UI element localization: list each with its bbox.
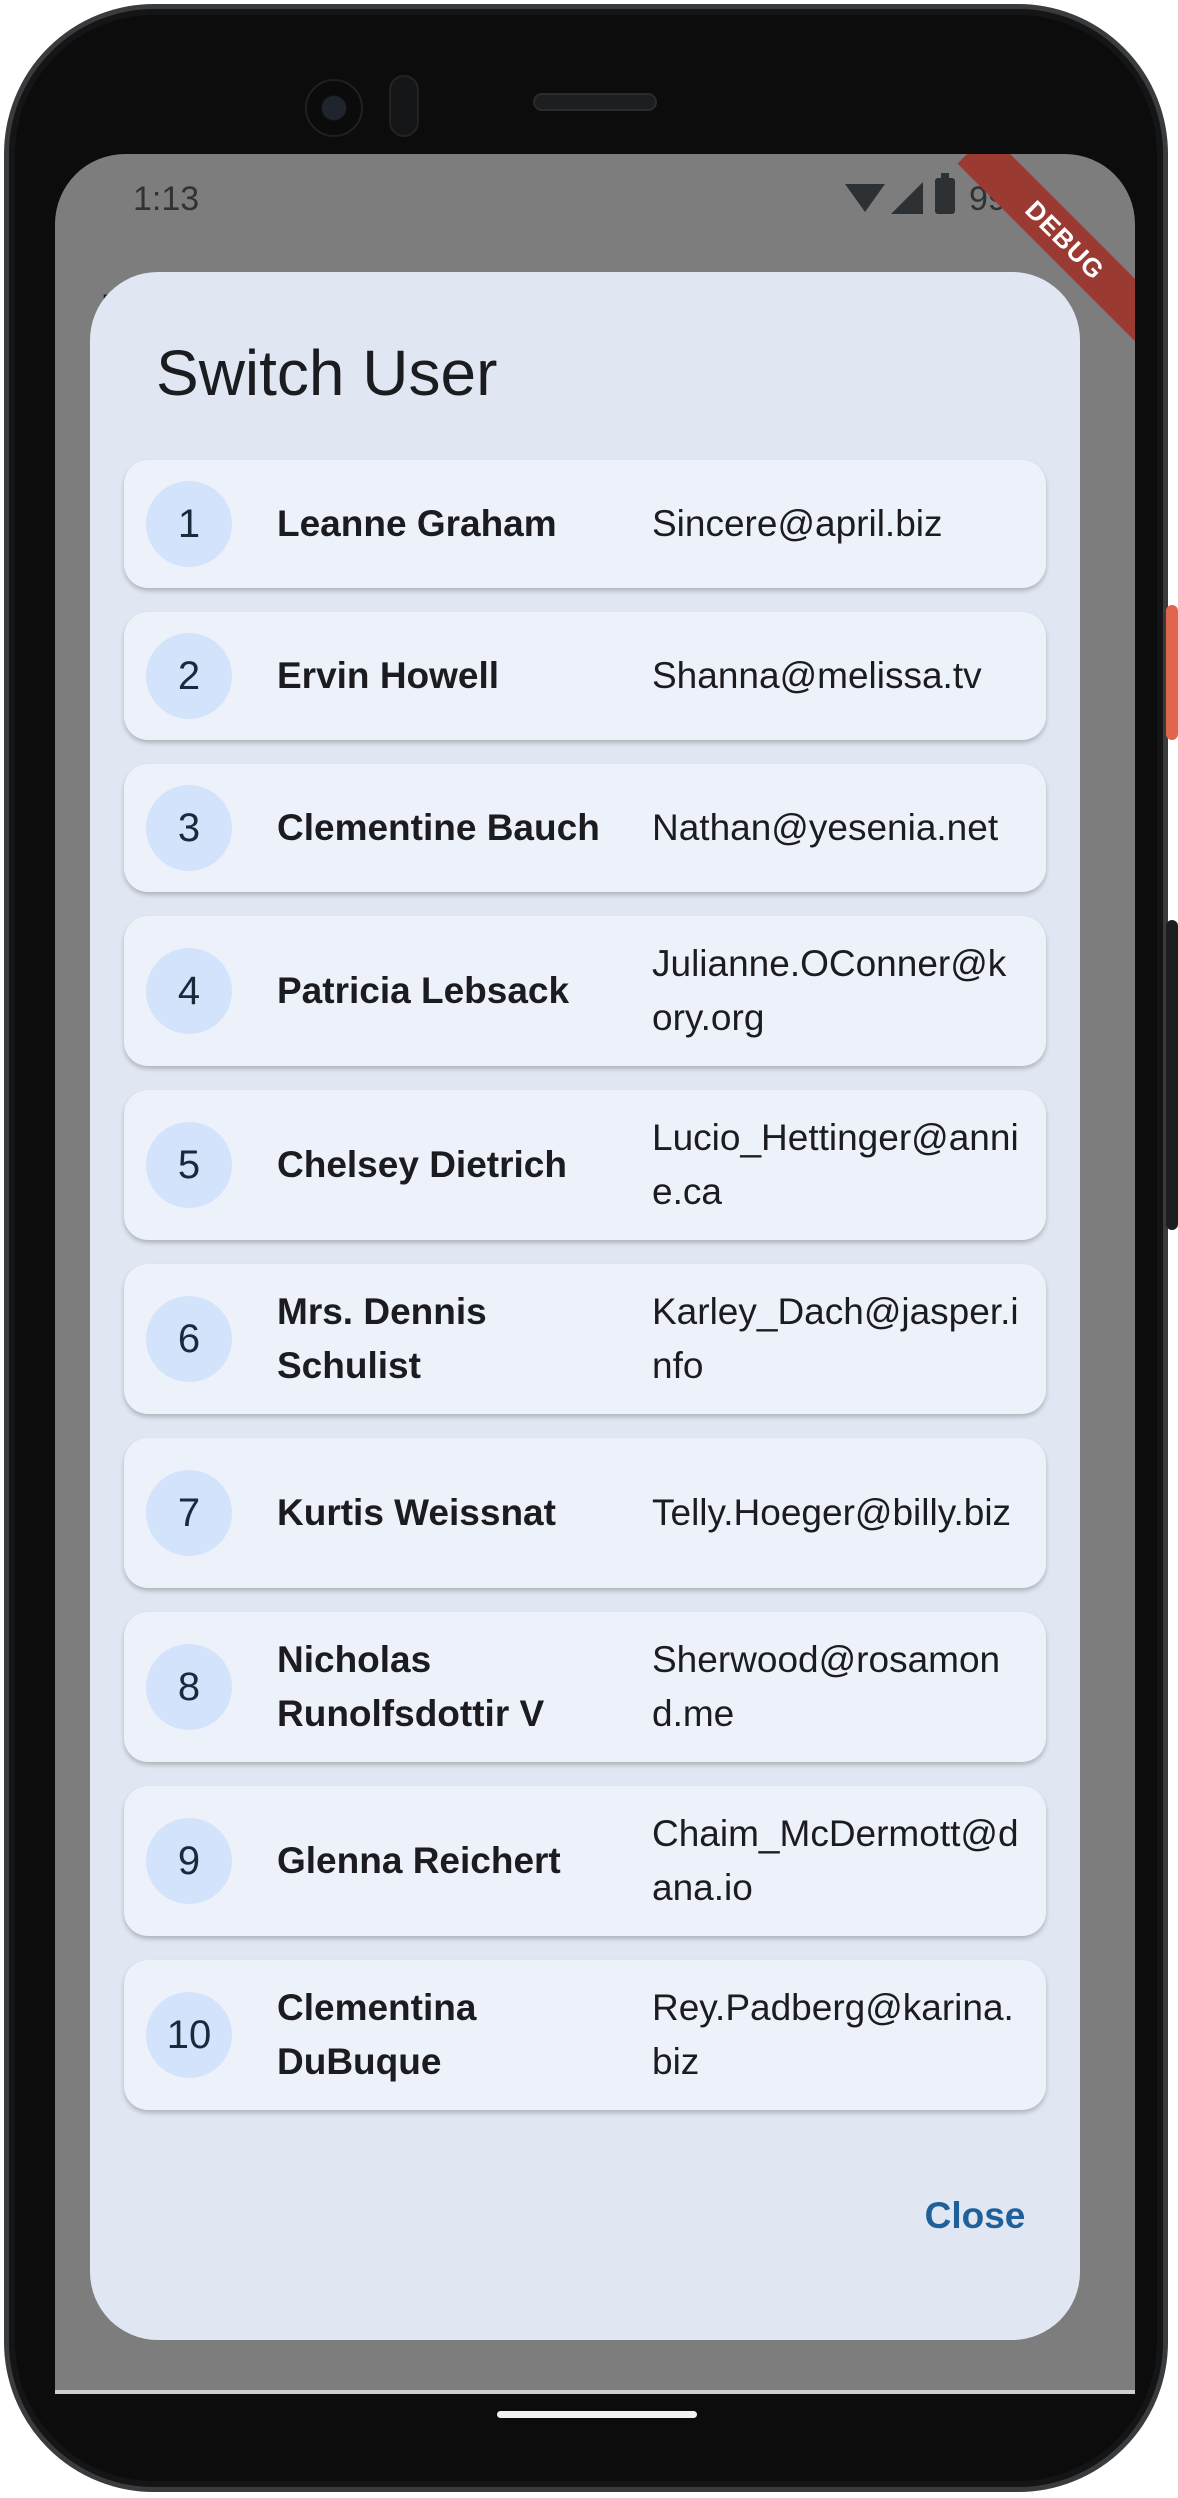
- user-email: Rey.Padberg@karina.biz: [652, 1987, 1014, 2082]
- close-button[interactable]: Close: [880, 2176, 1070, 2256]
- user-id-avatar: 1: [146, 481, 232, 567]
- user-email: Shanna@melissa.tv: [652, 655, 982, 696]
- wifi-icon: [845, 184, 885, 212]
- user-row[interactable]: 4 Patricia Lebsack Julianne.OConner@kory.o…: [124, 916, 1046, 1066]
- battery-icon: [935, 173, 955, 214]
- user-email: Sherwood@rosamond.me: [652, 1639, 1001, 1734]
- user-id-avatar: 8: [146, 1644, 232, 1730]
- user-email: Telly.Hoeger@billy.biz: [652, 1492, 1012, 1533]
- user-name: Ervin Howell: [277, 655, 500, 696]
- user-name: Nicholas Runolfsdottir V: [277, 1639, 545, 1734]
- user-name: Glenna Reichert: [277, 1840, 561, 1881]
- user-name: Leanne Graham: [277, 503, 557, 544]
- status-time: 1:13: [133, 180, 200, 218]
- user-name: Patricia Lebsack: [277, 970, 570, 1011]
- dialog-title: Switch User: [156, 337, 498, 409]
- user-row[interactable]: 1 Leanne Graham Sincere@april.biz: [124, 460, 1046, 588]
- user-row[interactable]: 8 Nicholas Runolfsdottir V Sherwood@rosamo…: [124, 1612, 1046, 1762]
- user-row[interactable]: 6 Mrs. Dennis Schulist Karley_Dach@jasper.…: [124, 1264, 1046, 1414]
- user-id-avatar: 3: [146, 785, 232, 871]
- user-email: Julianne.OConner@kory.org: [652, 943, 1007, 1038]
- user-id-avatar: 9: [146, 1818, 232, 1904]
- user-id-avatar: 5: [146, 1122, 232, 1208]
- earpiece-speaker: [533, 93, 657, 111]
- user-name: Clementine Bauch: [277, 807, 600, 848]
- user-name: Kurtis Weissnat: [277, 1492, 556, 1533]
- user-email: Chaim_McDermott@dana.io: [652, 1813, 1019, 1908]
- user-row[interactable]: 2 Ervin Howell Shanna@melissa.tv: [124, 612, 1046, 740]
- user-name: Chelsey Dietrich: [277, 1144, 567, 1185]
- user-id-avatar: 6: [146, 1296, 232, 1382]
- power-button: [1166, 605, 1178, 740]
- user-email: Sincere@april.biz: [652, 503, 943, 544]
- user-id-avatar: 4: [146, 948, 232, 1034]
- user-row[interactable]: 5 Chelsey Dietrich Lucio_Hettinger@annie.c…: [124, 1090, 1046, 1240]
- user-row[interactable]: 10 Clementina DuBuque Rey.Padberg@karina.b…: [124, 1960, 1046, 2110]
- cell-signal-icon: [891, 182, 923, 214]
- user-row[interactable]: 9 Glenna Reichert Chaim_McDermott@dana.io: [124, 1786, 1046, 1936]
- home-indicator[interactable]: [497, 2411, 697, 2418]
- volume-rocker: [1166, 920, 1178, 1230]
- user-id-avatar: 2: [146, 633, 232, 719]
- front-camera: [305, 79, 363, 137]
- user-name: Clementina DuBuque: [277, 1987, 477, 2082]
- user-id-avatar: 10: [146, 1992, 232, 2078]
- user-email: Lucio_Hettinger@annie.ca: [652, 1117, 1019, 1212]
- switch-user-dialog: Switch User 1 Leanne Graham Sincere@april.…: [90, 272, 1080, 2340]
- user-email: Karley_Dach@jasper.info: [652, 1291, 1019, 1386]
- bottom-bar: [55, 2390, 1135, 2394]
- user-id-avatar: 7: [146, 1470, 232, 1556]
- user-row[interactable]: 7 Kurtis Weissnat Telly.Hoeger@billy.biz: [124, 1438, 1046, 1588]
- user-row[interactable]: 3 Clementine Bauch Nathan@yesenia.net: [124, 764, 1046, 892]
- proximity-sensor: [389, 75, 419, 137]
- user-name: Mrs. Dennis Schulist: [277, 1291, 487, 1386]
- user-email: Nathan@yesenia.net: [652, 807, 999, 848]
